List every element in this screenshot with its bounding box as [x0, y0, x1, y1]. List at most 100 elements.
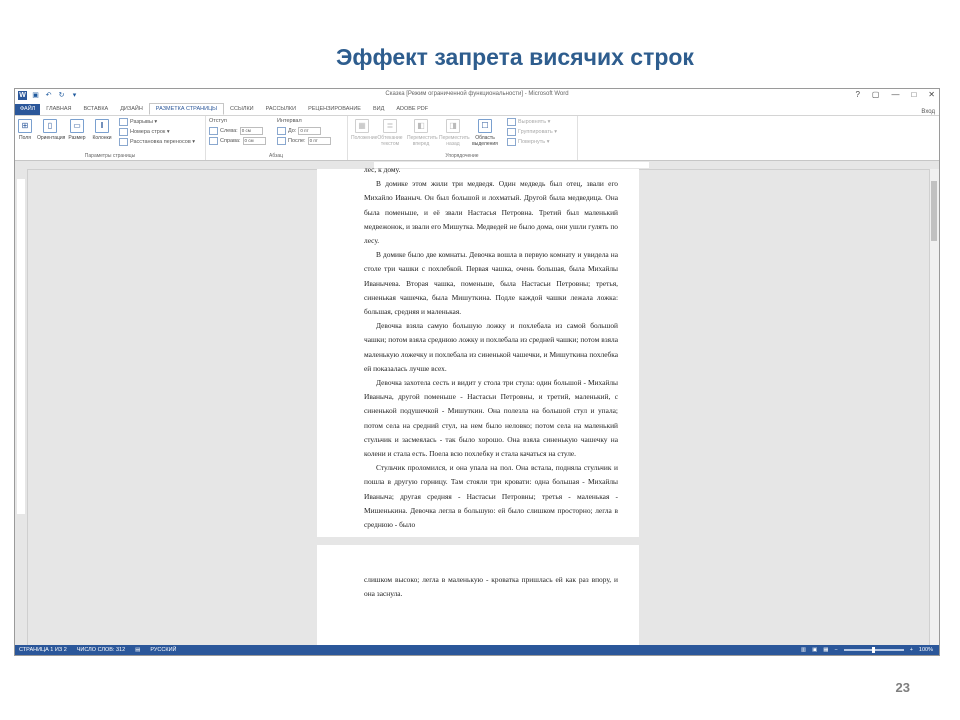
tab-review[interactable]: РЕЦЕНЗИРОВАНИЕ	[302, 104, 367, 115]
margins-button[interactable]: ⊞ Поля	[17, 119, 33, 141]
indent-left-input[interactable]: 0 см	[239, 127, 263, 135]
tab-view[interactable]: ВИД	[367, 104, 390, 115]
vertical-ruler[interactable]	[15, 169, 28, 645]
page-setup-group-label: Параметры страницы	[84, 153, 136, 159]
group-icon	[507, 128, 516, 136]
window-controls: ? ▢ — □ ✕	[855, 90, 935, 99]
ribbon: ⊞ Поля ▯ Ориентация ▭ Размер ‖ Колонки Р…	[15, 116, 939, 161]
proofing-icon[interactable]: ▤	[135, 645, 140, 655]
size-label: Размер	[68, 135, 86, 141]
orientation-icon: ▯	[43, 119, 57, 133]
paragraph: Стульчик проломился, и она упала на пол.…	[364, 463, 618, 530]
minimize-button[interactable]: —	[891, 90, 899, 99]
spacing-before-input[interactable]: 0 пт	[298, 127, 322, 135]
tab-references[interactable]: ССЫЛКИ	[224, 104, 260, 115]
paragraph: Девочка взяла самую большую ложку и похл…	[364, 321, 618, 373]
wrap-text-label: Обтекание текстом	[377, 135, 403, 147]
web-layout-icon[interactable]: ▦	[823, 645, 828, 655]
bring-forward-label: Переместить вперед	[407, 135, 438, 147]
tab-design[interactable]: ДИЗАЙН	[114, 104, 149, 115]
vertical-ruler-text-area	[17, 179, 25, 514]
spacing-after-icon	[277, 137, 286, 145]
tab-insert[interactable]: ВСТАВКА	[78, 104, 115, 115]
maximize-button[interactable]: □	[911, 90, 916, 99]
paragraph: В домике этом жили три медведя. Один мед…	[364, 179, 618, 246]
rotate-button[interactable]: Повернуть ▾	[507, 138, 549, 146]
wrap-text-button[interactable]: ≣ Обтекание текстом	[377, 119, 403, 147]
line-numbers-button[interactable]: Номера строк ▾	[119, 128, 170, 136]
rotate-icon	[507, 138, 516, 146]
orientation-label: Ориентация	[37, 135, 66, 141]
selection-pane-label: Область выделения	[472, 135, 498, 147]
spacing-before-label: До:	[288, 128, 297, 134]
read-mode-icon[interactable]: ▥	[801, 645, 806, 655]
spacing-after-row: После: 0 пт	[277, 137, 331, 145]
align-button[interactable]: Выровнять ▾	[507, 118, 550, 126]
selection-pane-icon: ☐	[478, 119, 492, 133]
group-label: Группировать ▾	[518, 129, 558, 135]
paragraph: В домике было две комнаты. Девочка вошла…	[364, 250, 618, 317]
zoom-in-button[interactable]: +	[910, 645, 913, 655]
zoom-out-button[interactable]: −	[834, 645, 837, 655]
group-button[interactable]: Группировать ▾	[507, 128, 557, 136]
page-count[interactable]: СТРАНИЦА 1 ИЗ 2	[19, 645, 67, 655]
send-backward-button[interactable]: ◨ Переместить назад	[439, 119, 470, 147]
arrange-group: ▦ Положение ≣ Обтекание текстом ◧ Переме…	[347, 116, 578, 160]
size-button[interactable]: ▭ Размер	[67, 119, 87, 141]
margins-icon: ⊞	[18, 119, 32, 133]
language-indicator[interactable]: РУССКИЙ	[150, 645, 176, 655]
columns-label: Колонки	[92, 135, 112, 141]
position-icon: ▦	[355, 119, 369, 133]
breaks-button[interactable]: Разрывы ▾	[119, 118, 157, 126]
ribbon-display-button[interactable]: ▢	[872, 90, 880, 99]
indent-right-input[interactable]: 0 см	[242, 137, 266, 145]
zoom-level[interactable]: 100%	[919, 645, 933, 655]
paragraph-group: Отступ Слева: 0 см Справа: 0 см Интервал…	[205, 116, 348, 160]
position-button[interactable]: ▦ Положение	[351, 119, 377, 141]
indent-left-icon	[209, 127, 218, 135]
word-window: W ▣ ↶ ↻ ▾ Сказка [Режим ограниченной фун…	[14, 88, 940, 656]
print-layout-icon[interactable]: ▣	[812, 645, 817, 655]
line-numbers-icon	[119, 128, 128, 136]
document-page-2[interactable]: слишком высоко; легла в маленькую - кров…	[317, 545, 639, 645]
vertical-scrollbar[interactable]	[929, 169, 939, 645]
hyphenation-icon	[119, 138, 128, 146]
close-button[interactable]: ✕	[928, 90, 935, 99]
wrap-text-icon: ≣	[383, 119, 397, 133]
breaks-icon	[119, 118, 128, 126]
tab-adobe-pdf[interactable]: ADOBE PDF	[390, 104, 434, 115]
indent-left-row: Слева: 0 см	[209, 127, 263, 135]
help-button[interactable]: ?	[855, 90, 859, 99]
margins-label: Поля	[19, 135, 31, 141]
spacing-after-label: После:	[288, 138, 306, 144]
columns-icon: ‖	[95, 119, 109, 133]
tab-mailings[interactable]: РАССЫЛКИ	[260, 104, 302, 115]
tab-home[interactable]: ГЛАВНАЯ	[40, 104, 77, 115]
spacing-after-input[interactable]: 0 пт	[307, 137, 331, 145]
zoom-slider-knob[interactable]	[871, 647, 875, 653]
document-page-1[interactable]: лес, к дому. В домике этом жили три медве…	[317, 165, 639, 537]
rotate-label: Повернуть ▾	[518, 139, 550, 145]
columns-button[interactable]: ‖ Колонки	[91, 119, 113, 141]
slide-number: 23	[895, 680, 910, 695]
scrollbar-thumb[interactable]	[931, 181, 937, 241]
indent-right-row: Справа: 0 см	[209, 137, 266, 145]
align-label: Выровнять ▾	[518, 119, 551, 125]
tab-page-layout[interactable]: РАЗМЕТКА СТРАНИЦЫ	[148, 103, 225, 115]
zoom-slider[interactable]	[843, 647, 904, 653]
paragraph: слишком высоко; легла в маленькую - кров…	[364, 575, 618, 599]
orientation-button[interactable]: ▯ Ориентация	[37, 119, 66, 141]
hyphenation-button[interactable]: Расстановка переносов ▾	[119, 138, 195, 146]
spacing-before-row: До: 0 пт	[277, 127, 322, 135]
paragraph-group-label: Абзац	[268, 153, 284, 159]
word-count[interactable]: ЧИСЛО СЛОВ: 312	[77, 645, 125, 655]
sign-in-link[interactable]: Вход	[921, 109, 939, 115]
selection-pane-button[interactable]: ☐ Область выделения	[471, 119, 499, 147]
bring-forward-button[interactable]: ◧ Переместить вперед	[407, 119, 438, 147]
send-backward-icon: ◨	[446, 119, 460, 133]
bring-forward-icon: ◧	[414, 119, 428, 133]
indent-right-icon	[209, 137, 218, 145]
tab-file[interactable]: ФАЙЛ	[15, 104, 41, 115]
ribbon-tabs: ФАЙЛ ГЛАВНАЯ ВСТАВКА ДИЗАЙН РАЗМЕТКА СТР…	[15, 103, 939, 116]
spacing-before-icon	[277, 127, 286, 135]
